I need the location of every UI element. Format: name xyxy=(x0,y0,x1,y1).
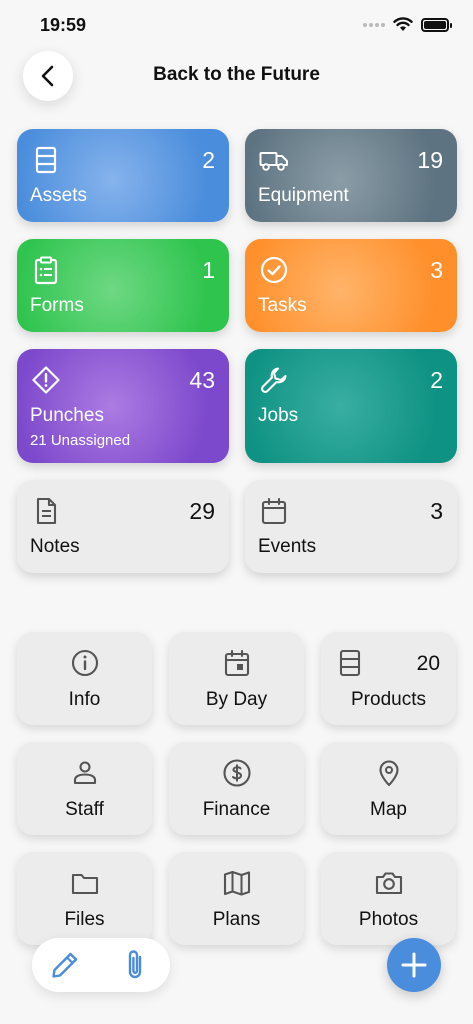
tasks-tile[interactable]: 3 Tasks xyxy=(245,239,457,332)
assets-count: 2 xyxy=(202,147,215,173)
equipment-count: 19 xyxy=(417,147,443,173)
storage-list-icon xyxy=(35,146,57,174)
info-icon xyxy=(71,649,98,677)
jobs-count: 2 xyxy=(430,367,443,393)
events-count: 3 xyxy=(430,498,443,524)
wrench-icon xyxy=(261,367,287,393)
finance-tile[interactable]: Finance xyxy=(169,742,304,835)
person-icon xyxy=(73,761,96,785)
calendar-day-icon xyxy=(224,649,249,677)
by-day-tile[interactable]: By Day xyxy=(169,632,304,725)
punches-label: Punches xyxy=(30,405,104,426)
bottom-action-bar xyxy=(32,938,170,992)
info-label: Info xyxy=(68,689,101,710)
finance-label: Finance xyxy=(202,799,271,820)
status-bar: 19:59 xyxy=(0,0,473,50)
notes-label: Notes xyxy=(30,536,80,557)
map-icon xyxy=(223,870,250,896)
forms-tile[interactable]: 1 Forms xyxy=(17,239,229,332)
clipboard-list-icon xyxy=(34,256,58,285)
paperclip-icon[interactable] xyxy=(120,948,152,982)
status-time: 19:59 xyxy=(40,15,87,35)
photos-tile[interactable]: Photos xyxy=(321,852,456,945)
assets-tile[interactable]: 2 Assets xyxy=(17,129,229,222)
products-count: 20 xyxy=(416,652,440,675)
forms-count: 1 xyxy=(202,257,215,283)
equipment-tile[interactable]: 19 Equipment xyxy=(245,129,457,222)
plans-label: Plans xyxy=(212,909,261,930)
map-label: Map xyxy=(370,799,407,820)
tasks-count: 3 xyxy=(430,257,443,283)
products-label: Products xyxy=(351,689,426,710)
notes-count: 29 xyxy=(189,498,215,524)
page-title: Back to the Future xyxy=(153,64,320,85)
staff-label: Staff xyxy=(65,799,104,820)
document-icon xyxy=(36,497,57,525)
punches-unassigned: 21 Unassigned xyxy=(30,432,131,449)
photos-label: Photos xyxy=(358,909,419,930)
plus-icon xyxy=(401,952,427,978)
info-tile[interactable]: Info xyxy=(17,632,152,725)
status-icons xyxy=(363,17,452,32)
check-circle-icon xyxy=(260,256,288,284)
products-tile[interactable]: 20 Products xyxy=(321,632,456,725)
calendar-icon xyxy=(261,497,287,525)
forms-label: Forms xyxy=(30,295,84,316)
assets-label: Assets xyxy=(30,185,88,206)
battery-icon xyxy=(421,17,452,32)
files-label: Files xyxy=(64,909,105,930)
equipment-label: Equipment xyxy=(258,185,349,206)
jobs-tile[interactable]: 2 Jobs xyxy=(245,349,457,463)
dollar-circle-icon xyxy=(222,759,251,787)
plans-tile[interactable]: Plans xyxy=(169,852,304,945)
punches-tile[interactable]: 43 Punches 21 Unassigned xyxy=(17,349,229,463)
punches-count: 43 xyxy=(189,367,215,393)
wifi-icon xyxy=(393,17,413,31)
folder-icon xyxy=(71,873,98,895)
warning-diamond-icon xyxy=(32,366,60,394)
signal-icon xyxy=(363,22,385,27)
add-button[interactable] xyxy=(387,938,441,992)
staff-tile[interactable]: Staff xyxy=(17,742,152,835)
storage-list-icon xyxy=(339,649,361,677)
jobs-label: Jobs xyxy=(258,405,299,426)
events-tile[interactable]: 3 Events xyxy=(245,480,457,573)
files-tile[interactable]: Files xyxy=(17,852,152,945)
notes-tile[interactable]: 29 Notes xyxy=(17,480,229,573)
map-tile[interactable]: Map xyxy=(321,742,456,835)
pencil-icon[interactable] xyxy=(49,949,81,981)
map-pin-icon xyxy=(378,760,399,787)
camera-icon xyxy=(375,872,402,895)
truck-icon xyxy=(259,152,288,171)
tasks-label: Tasks xyxy=(258,295,307,316)
by-day-label: By Day xyxy=(205,689,268,710)
events-label: Events xyxy=(258,536,317,557)
